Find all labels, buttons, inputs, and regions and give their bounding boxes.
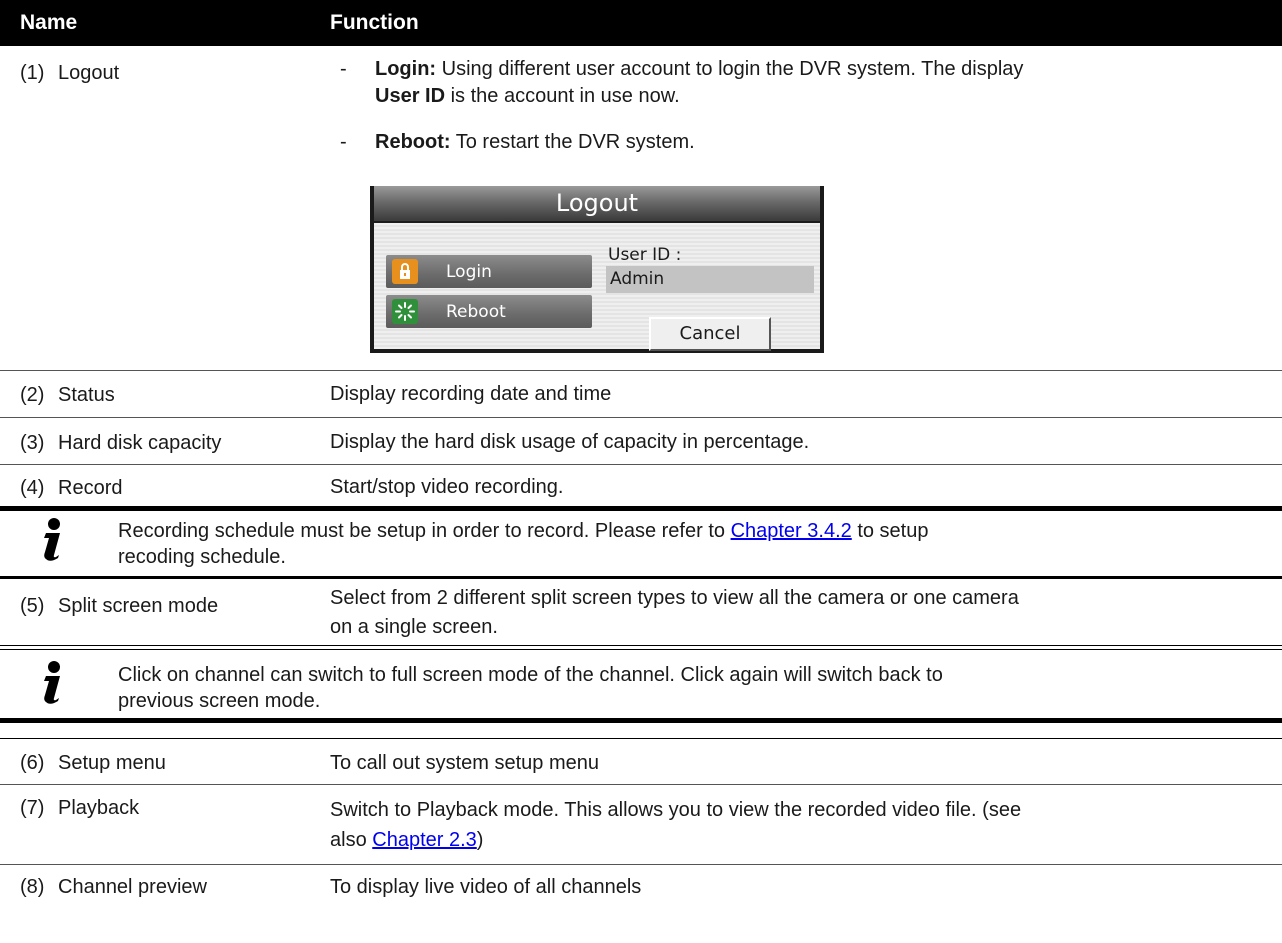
row-number: (7): [20, 797, 45, 819]
divider-thick: [0, 576, 1282, 579]
note-text: recoding schedule.: [118, 546, 286, 568]
login-button-label: Login: [446, 262, 492, 282]
row-function-split-screen: Select from 2 different split screen typ…: [330, 584, 1019, 642]
row-function-setup-menu: To call out system setup menu: [330, 752, 600, 774]
info-icon: [32, 517, 72, 561]
login-desc: Using different user account to login th…: [436, 58, 1024, 80]
divider-thick: [0, 718, 1282, 723]
row-number: (5): [20, 595, 45, 617]
row-name-logout: (1) Logout: [20, 62, 119, 85]
dialog-title: Logout: [374, 186, 820, 221]
row-number: (2): [20, 384, 45, 406]
row-name-hard-disk: (3) Hard disk capacity: [20, 432, 221, 455]
user-id-desc: is the account in use now.: [445, 85, 680, 107]
row-name-playback: (7) Playback: [20, 797, 139, 820]
row-label: Channel preview: [58, 876, 207, 898]
user-id-value: Admin: [606, 266, 814, 293]
bullet-dash: -: [340, 131, 347, 153]
user-id-term: User ID: [375, 85, 446, 107]
note-channel-click: Click on channel can switch to full scre…: [118, 662, 1246, 714]
user-id-label: User ID :: [608, 245, 682, 265]
row-function-hard-disk: Display the hard disk usage of capacity …: [330, 431, 810, 453]
function-line: ): [476, 829, 484, 851]
divider-thick: [0, 506, 1282, 511]
row-function-channel-preview: To display live video of all channels: [330, 876, 642, 898]
note-text: Click on channel can switch to full scre…: [118, 664, 943, 686]
row-number: (6): [20, 752, 45, 774]
note-text: Recording schedule must be setup in orde…: [118, 520, 731, 542]
row-label: Status: [58, 384, 115, 406]
header-function: Function: [330, 11, 419, 34]
reboot-button-label: Reboot: [446, 302, 506, 322]
note-text: to setup: [851, 520, 929, 542]
dialog-body: Login Reboot User ID: Admin Cancel: [374, 223, 820, 351]
note-text: previous screen mode.: [118, 690, 321, 712]
row-label: Logout: [58, 62, 120, 84]
row-name-record: (4) Record: [20, 477, 122, 500]
reboot-button[interactable]: Reboot: [386, 295, 592, 328]
login-button[interactable]: Login: [386, 255, 592, 288]
row-number: (8): [20, 876, 45, 898]
row-label: Hard disk capacity: [58, 432, 222, 454]
info-icon: [32, 660, 72, 704]
function-line: also: [330, 829, 373, 851]
row-function-status: Display recording date and time: [330, 383, 612, 405]
bullet-text: Reboot: To restart the DVR system.: [375, 129, 1255, 156]
row-function-playback: Switch to Playback mode. This allows you…: [330, 795, 1021, 855]
row-number: (3): [20, 432, 45, 454]
login-term: Login:: [375, 58, 437, 80]
bullet-dash: -: [340, 58, 347, 80]
reboot-desc: To restart the DVR system.: [450, 131, 695, 153]
row-name-status: (2) Status: [20, 384, 115, 407]
function-line: Switch to Playback mode. This allows you…: [330, 799, 1022, 821]
chapter-2-3-link[interactable]: Chapter 2.3: [372, 829, 477, 851]
row-label: Record: [58, 477, 123, 499]
function-line: on a single screen.: [330, 616, 498, 638]
row-number: (1): [20, 62, 45, 84]
row-number: (4): [20, 477, 45, 499]
row-name-split-screen: (5) Split screen mode: [20, 595, 218, 618]
divider: [0, 417, 1282, 418]
function-line: Select from 2 different split screen typ…: [330, 587, 1019, 609]
row-label: Split screen mode: [58, 595, 219, 617]
divider: [0, 864, 1282, 865]
divider: [0, 784, 1282, 785]
divider: [0, 370, 1282, 371]
divider-double: [0, 649, 1282, 650]
row-name-channel-preview: (8) Channel preview: [20, 876, 207, 899]
row-label: Playback: [58, 797, 140, 819]
divider: [0, 738, 1282, 739]
table-header: Name Function: [0, 0, 1282, 46]
row-label: Setup menu: [58, 752, 166, 774]
cancel-button[interactable]: Cancel: [649, 317, 771, 351]
divider: [0, 464, 1282, 465]
header-name: Name: [20, 11, 78, 34]
lock-icon: [392, 259, 418, 284]
chapter-3-4-2-link[interactable]: Chapter 3.4.2: [731, 520, 852, 542]
reboot-term: Reboot:: [375, 131, 451, 153]
reboot-icon: [392, 299, 418, 324]
note-recording-schedule: Recording schedule must be setup in orde…: [118, 518, 1246, 570]
bullet-text: Login: Using different user account to l…: [375, 56, 1255, 110]
row-function-record: Start/stop video recording.: [330, 476, 564, 498]
divider-double: [0, 645, 1282, 646]
logout-dialog-screenshot: Logout Login Reboot User ID: Admin Canc…: [370, 186, 824, 353]
row-name-setup-menu: (6) Setup menu: [20, 752, 166, 775]
